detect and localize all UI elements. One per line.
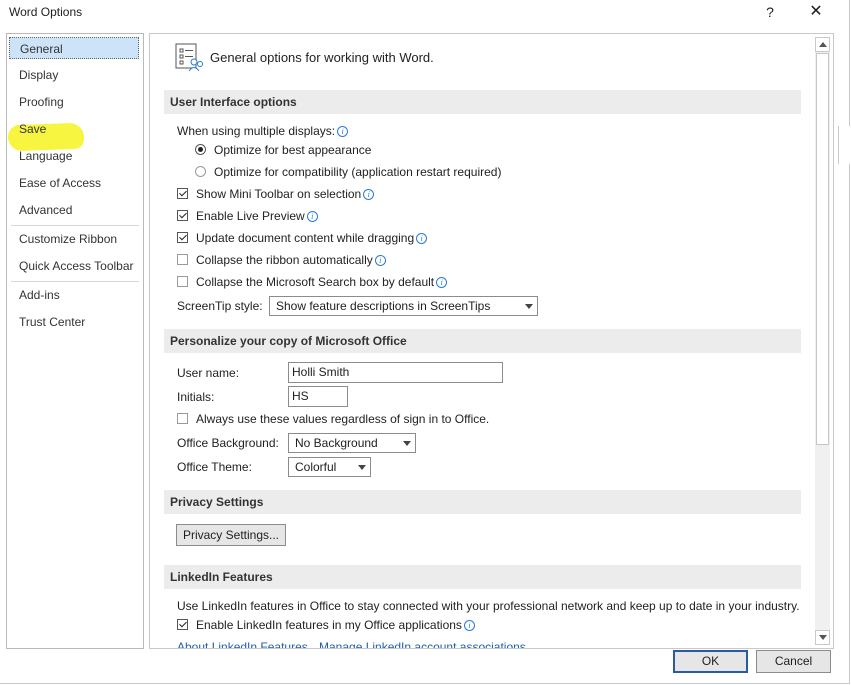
info-icon[interactable]: i	[337, 126, 349, 137]
scroll-up-arrow-icon[interactable]	[815, 37, 830, 52]
nav-item-add-ins[interactable]: Add-ins	[9, 284, 139, 306]
office-theme-dropdown[interactable]: Colorful	[288, 457, 371, 477]
screentip-style-label: ScreenTip style:	[177, 299, 263, 313]
section-privacy: Privacy Settings	[164, 490, 801, 514]
mini-toolbar-label[interactable]: Show Mini Toolbar on selection i	[196, 187, 375, 201]
section-personalize: Personalize your copy of Microsoft Offic…	[164, 329, 801, 353]
office-theme-value: Colorful	[295, 460, 337, 474]
office-background-dropdown[interactable]: No Background	[288, 433, 416, 453]
initials-input[interactable]: HS	[288, 386, 348, 407]
scroll-down-arrow-icon[interactable]	[815, 630, 830, 645]
nav-item-save[interactable]: Save	[9, 118, 139, 140]
collapse-ribbon-checkbox[interactable]	[177, 254, 188, 265]
close-button[interactable]: ✕	[804, 1, 828, 23]
enable-linkedin-label[interactable]: Enable LinkedIn features in my Office ap…	[196, 618, 475, 632]
general-options-icon	[174, 42, 204, 72]
office-background-value: No Background	[295, 436, 378, 450]
chevron-down-icon	[525, 304, 533, 309]
username-input[interactable]: Holli Smith	[288, 362, 503, 383]
cancel-button[interactable]: Cancel	[756, 650, 831, 673]
info-icon[interactable]: i	[436, 277, 448, 288]
office-background-label: Office Background:	[177, 436, 279, 450]
screentip-style-dropdown[interactable]: Show feature descriptions in ScreenTips	[269, 296, 538, 316]
info-icon[interactable]: i	[463, 620, 475, 631]
vertical-scrollbar[interactable]	[815, 37, 830, 645]
help-button[interactable]: ?	[760, 2, 780, 22]
category-nav: General Display Proofing Save Language E…	[6, 33, 144, 649]
scrollbar-thumb[interactable]	[816, 53, 829, 445]
collapse-search-label[interactable]: Collapse the Microsoft Search box by def…	[196, 275, 448, 289]
enable-linkedin-checkbox[interactable]	[177, 619, 188, 630]
office-theme-label: Office Theme:	[177, 460, 252, 474]
optimize-compat-radio[interactable]	[195, 166, 206, 177]
nav-item-trust-center[interactable]: Trust Center	[9, 311, 139, 333]
update-dragging-checkbox[interactable]	[177, 232, 188, 243]
info-icon[interactable]: i	[306, 211, 318, 222]
ok-button[interactable]: OK	[673, 650, 748, 673]
privacy-settings-button[interactable]: Privacy Settings...	[176, 524, 286, 546]
collapse-search-checkbox[interactable]	[177, 276, 188, 287]
info-icon[interactable]: i	[363, 189, 375, 200]
nav-item-advanced[interactable]: Advanced	[9, 199, 139, 221]
linkedin-description: Use LinkedIn features in Office to stay …	[177, 599, 800, 613]
nav-item-customize-ribbon[interactable]: Customize Ribbon	[9, 228, 139, 250]
initials-label: Initials:	[177, 390, 215, 404]
section-ui-options: User Interface options	[164, 90, 801, 114]
optimize-compat-label[interactable]: Optimize for compatibility (application …	[214, 165, 501, 179]
title-bar: Word Options ? ✕	[0, 0, 849, 28]
nav-item-display[interactable]: Display	[9, 64, 139, 86]
nav-divider	[11, 225, 139, 226]
nav-item-quick-access-toolbar[interactable]: Quick Access Toolbar	[9, 255, 139, 277]
info-icon[interactable]: i	[416, 233, 428, 244]
section-linkedin: LinkedIn Features	[164, 565, 801, 589]
info-icon[interactable]: i	[374, 255, 386, 266]
screentip-style-value: Show feature descriptions in ScreenTips	[276, 299, 491, 313]
nav-item-general[interactable]: General	[9, 37, 139, 59]
live-preview-label[interactable]: Enable Live Preview i	[196, 209, 318, 223]
optimize-best-radio[interactable]	[195, 144, 206, 155]
chevron-down-icon	[403, 441, 411, 446]
nav-divider	[11, 281, 139, 282]
collapse-ribbon-label[interactable]: Collapse the ribbon automatically i	[196, 253, 386, 267]
about-linkedin-link[interactable]: About LinkedIn Features	[177, 640, 308, 648]
manage-linkedin-link[interactable]: Manage LinkedIn account associations	[319, 640, 526, 648]
multiple-displays-label: When using multiple displays: i	[177, 124, 349, 138]
mini-toolbar-checkbox[interactable]	[177, 188, 188, 199]
username-label: User name:	[177, 366, 240, 380]
live-preview-checkbox[interactable]	[177, 210, 188, 221]
window-title: Word Options	[9, 5, 83, 19]
page-title: General options for working with Word.	[210, 50, 434, 65]
update-dragging-label[interactable]: Update document content while dragging i	[196, 231, 428, 245]
nav-item-proofing[interactable]: Proofing	[9, 91, 139, 113]
chevron-down-icon	[358, 465, 366, 470]
word-options-dialog: Word Options ? ✕ General Display Proofin…	[0, 0, 851, 684]
always-use-values-checkbox[interactable]	[177, 413, 188, 424]
always-use-values-label[interactable]: Always use these values regardless of si…	[196, 412, 489, 426]
nav-item-language[interactable]: Language	[9, 145, 139, 167]
optimize-best-label[interactable]: Optimize for best appearance	[214, 143, 371, 157]
window-edge-fragment	[838, 126, 851, 164]
nav-item-ease-of-access[interactable]: Ease of Access	[9, 172, 139, 194]
options-panel: General options for working with Word. U…	[149, 33, 834, 649]
